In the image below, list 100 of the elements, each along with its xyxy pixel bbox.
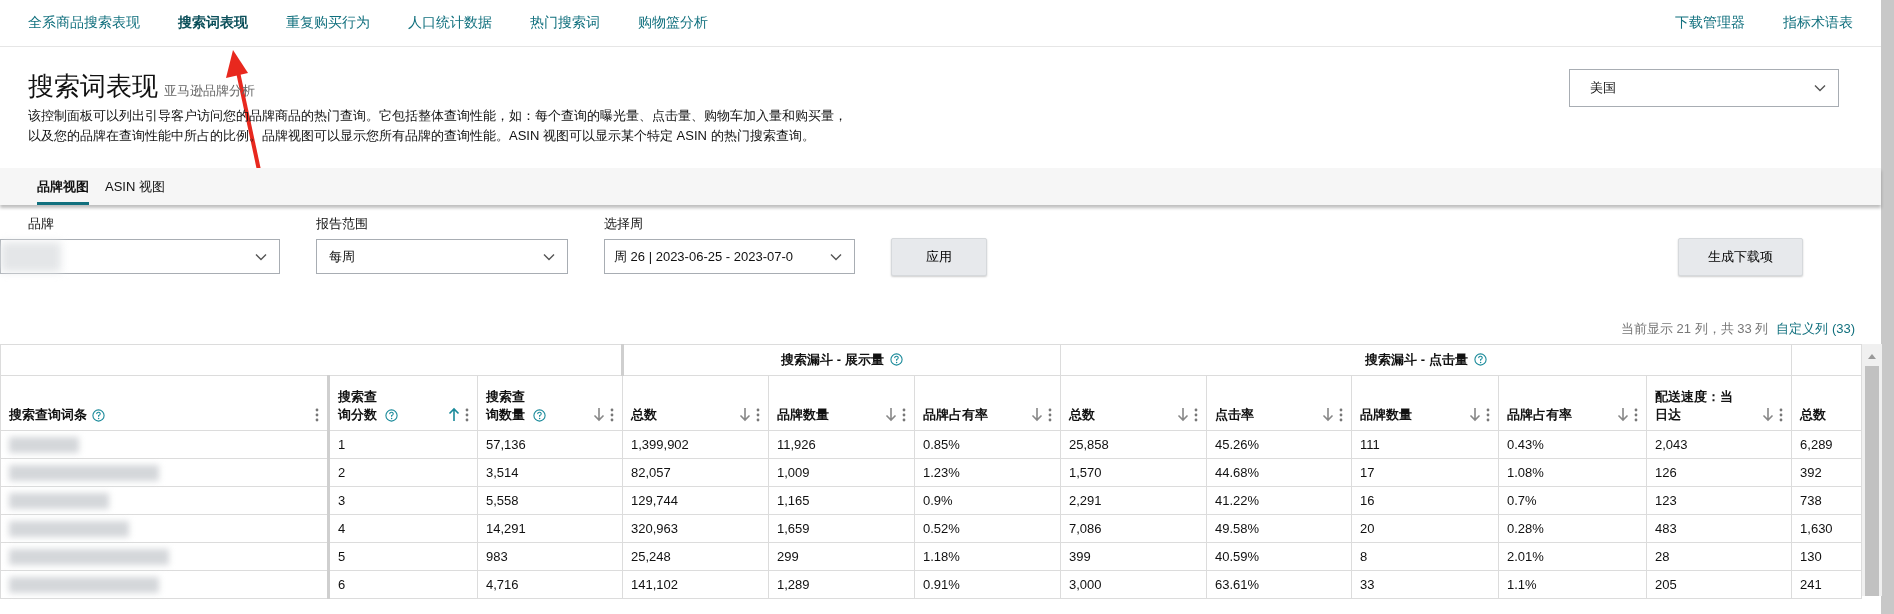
table-cell: 44.68% [1206,458,1352,487]
table-cell: 1.08% [1498,458,1647,487]
table-cell: 983 [477,542,623,571]
table-cell: 20 [1351,514,1499,543]
column-header-label: 搜索查询词条 [9,406,87,424]
table-cell: 2 [328,458,478,487]
filter-label: 选择周 [604,215,644,233]
table-cell: 241 [1791,570,1862,599]
table-cell: 6,289 [1791,430,1862,459]
page-scrollbar[interactable] [1881,0,1894,614]
column-header-label: 品牌占有率 [923,406,988,424]
page-title: 搜索词表现 [28,70,158,103]
more-options-icon [1339,408,1343,422]
view-tab[interactable]: ASIN 视图 [105,168,165,205]
column-header[interactable]: 总数 [1791,375,1862,431]
table-cell: 3,000 [1060,570,1207,599]
table-cell: 11,926 [768,430,915,459]
column-header-label: 品牌数量 [1360,406,1412,424]
table-cell: 1,399,902 [622,430,769,459]
table-cell: 130 [1791,542,1862,571]
sort-down-arrow-icon [739,407,751,422]
table-cell: 82,057 [622,458,769,487]
more-options-icon [1634,408,1638,422]
chevron-down-icon [543,252,555,261]
table-cell: 5,558 [477,486,623,515]
apply-button[interactable]: 应用 [891,238,987,276]
table-cell: 392 [1791,458,1862,487]
column-header[interactable]: 搜索查询数量 [477,375,623,431]
column-header[interactable]: 品牌数量 [1351,375,1499,431]
nav-link[interactable]: 人口统计数据 [408,14,492,32]
more-options-icon [902,408,906,422]
filter-dropdown[interactable] [0,239,280,274]
table-cell: 1,570 [1060,458,1207,487]
nav-link[interactable]: 指标术语表 [1783,14,1853,32]
nav-link[interactable]: 全系商品搜索表现 [28,14,140,32]
table-cell: 1,009 [768,458,915,487]
column-header[interactable]: 搜索查询分数 [328,375,478,431]
view-tab[interactable]: 品牌视图 [37,168,89,205]
column-header-label: 配送速度：当日达 [1655,388,1733,424]
column-header-label: 搜索查询分数 [338,388,378,424]
more-options-icon [1194,408,1198,422]
help-icon [385,409,398,422]
filter-dropdown[interactable]: 每周 [316,239,568,274]
table-cell: 3,514 [477,458,623,487]
marketplace-dropdown[interactable]: 美国 [1569,69,1839,107]
table-cell: 1,165 [768,486,915,515]
group-header-label: 搜索漏斗 - 点击量 [1365,351,1468,369]
column-header[interactable]: 品牌占有率 [914,375,1061,431]
column-header-label: 搜索查询数量 [486,388,526,424]
column-header-label: 总数 [1069,406,1095,424]
chevron-down-icon [1814,84,1826,92]
table-cell: 45.26% [1206,430,1352,459]
column-header[interactable]: 点击率 [1206,375,1352,431]
nav-link[interactable]: 下载管理器 [1675,14,1745,32]
table-cell: 1.18% [914,542,1061,571]
table-cell: 0.52% [914,514,1061,543]
columns-count-text: 当前显示 21 列，共 33 列 [1620,320,1769,338]
column-header[interactable]: 搜索查询词条 [0,375,329,431]
column-header[interactable]: 总数 [622,375,769,431]
generate-download-button[interactable]: 生成下载项 [1678,238,1803,276]
column-header[interactable]: 品牌数量 [768,375,915,431]
table-cell: 49.58% [1206,514,1352,543]
more-options-icon [1779,408,1784,422]
column-header[interactable]: 品牌占有率 [1498,375,1647,431]
table-cell: 1.1% [1498,570,1647,599]
table-cell: 4 [328,514,478,543]
chevron-down-icon [255,252,267,261]
column-header-label: 点击率 [1215,406,1254,424]
nav-link[interactable]: 热门搜索词 [530,14,600,32]
table-cell: 17 [1351,458,1499,487]
table-cell: 4,716 [477,570,623,599]
more-options-icon [610,408,614,422]
table-cell: 129,744 [622,486,769,515]
nav-link[interactable]: 重复购买行为 [286,14,370,32]
nav-link[interactable]: 购物篮分析 [638,14,708,32]
description-text: 以及您的品牌在查询性能中所占的比例。品牌视图可以显示您所有品牌的查询性能。ASIN 视图可以显示某个特定 ASIN 的热门搜索查询。 [28,127,816,145]
table-cell: 399 [1060,542,1207,571]
table-cell: 205 [1646,570,1792,599]
sort-down-arrow-icon [593,407,605,422]
customize-columns-link[interactable]: 自定义列 (33) [1776,320,1855,338]
nav-link[interactable]: 搜索词表现 [178,14,248,32]
column-header[interactable]: 配送速度：当日达 [1646,375,1792,431]
table-cell: 2.01% [1498,542,1647,571]
table-cell: 111 [1351,430,1499,459]
column-header[interactable]: 总数 [1060,375,1207,431]
help-icon [889,352,903,366]
table-cell: 1.23% [914,458,1061,487]
more-options-icon [465,408,469,422]
table-cell: 0.28% [1498,514,1647,543]
table-cell: 25,858 [1060,430,1207,459]
more-options-icon [756,408,760,422]
table-cell: 126 [1646,458,1792,487]
sort-down-arrow-icon [1469,407,1481,422]
table-cell: 0.9% [914,486,1061,515]
table-cell: 8 [1351,542,1499,571]
filter-dropdown[interactable]: 周 26 | 2023-06-25 - 2023-07-0 [604,239,855,274]
table-cell: 16 [1351,486,1499,515]
table-cell: 0.85% [914,430,1061,459]
table-cell: 2,291 [1060,486,1207,515]
more-options-icon [1048,408,1052,422]
